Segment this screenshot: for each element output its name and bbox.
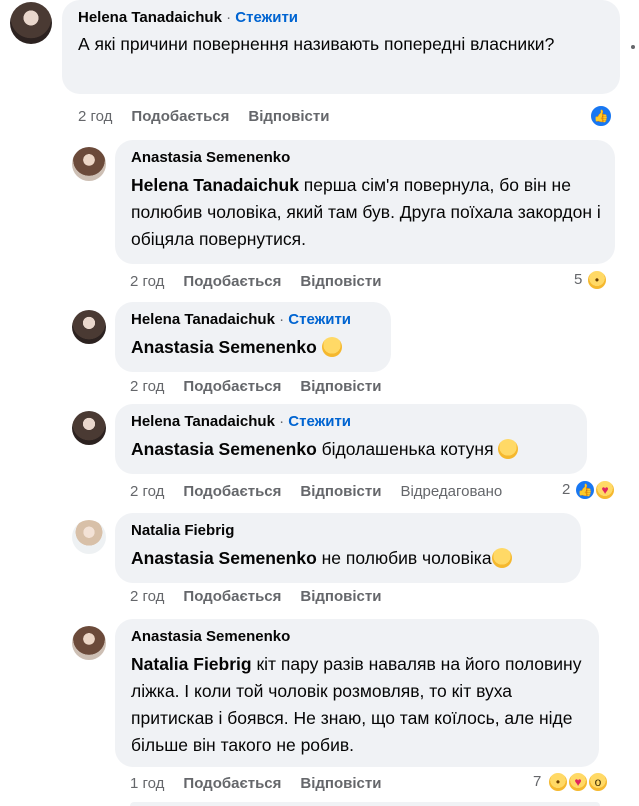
reply-button[interactable]: Відповісти [300, 273, 381, 290]
comment-actions: 2 год Подобається Відповісти [78, 108, 348, 125]
like-button[interactable]: Подобається [183, 483, 281, 500]
avatar[interactable] [72, 147, 106, 181]
mention-link[interactable]: Anastasia Semenenko [131, 548, 317, 568]
wow-reaction-icon: o [587, 771, 609, 793]
author-name[interactable]: Anastasia Semenenko [131, 148, 603, 168]
more-options-icon[interactable] [631, 45, 635, 49]
comment-text: А які причини повернення називають попер… [78, 34, 555, 54]
follow-link[interactable]: Стежити [288, 413, 351, 430]
comment-actions: 1 год Подобається Відповісти [130, 775, 400, 792]
timestamp[interactable]: 2 год [130, 588, 164, 605]
like-button[interactable]: Подобається [131, 108, 229, 125]
reactions[interactable]: 7 o ♥ • [531, 771, 615, 793]
care-reaction-icon: ♥ [567, 771, 589, 793]
mention-link[interactable]: Anastasia Semenenko [131, 439, 317, 459]
reply-button[interactable]: Відповісти [300, 378, 381, 395]
comment-bubble: Helena Tanadaichuk · Стежити А які причи… [62, 0, 620, 94]
separator: · [279, 311, 285, 328]
avatar[interactable] [72, 411, 106, 445]
separator: · [226, 9, 232, 26]
avatar[interactable] [72, 520, 106, 554]
author-name[interactable]: Natalia Fiebrig [131, 521, 569, 541]
timestamp[interactable]: 2 год [130, 483, 164, 500]
timestamp[interactable]: 2 год [78, 108, 112, 125]
care-reaction-icon: ♥ [594, 479, 616, 501]
timestamp[interactable]: 2 год [130, 378, 164, 395]
comment-actions: 2 год Подобається Відповісти [130, 273, 400, 290]
like-button[interactable]: Подобається [183, 775, 281, 792]
flushed-face-emoji-icon [491, 548, 512, 568]
comment-bubble: Anastasia Semenenko Natalia Fiebrig кіт … [115, 619, 599, 767]
comment-bubble: Helena Tanadaichuk · Стежити Anastasia S… [115, 302, 391, 372]
comment-bubble: Anastasia Semenenko Helena Tanadaichuk п… [115, 140, 615, 264]
comment-text: не полюбив чоловіка [316, 548, 492, 568]
avatar[interactable] [72, 310, 106, 344]
like-reaction-icon: 👍 [574, 479, 596, 501]
comment-actions: 2 год Подобається Відповісти Відредаговано [130, 483, 521, 500]
reaction-count: 7 [533, 773, 542, 790]
author-name[interactable]: Anastasia Semenenko [131, 627, 587, 647]
author-name[interactable]: Helena Tanadaichuk [78, 9, 222, 26]
avatar[interactable] [10, 2, 52, 44]
reply-button[interactable]: Відповісти [248, 108, 329, 125]
like-reaction-icon: 👍 [589, 104, 613, 128]
reply-button[interactable]: Відповісти [300, 775, 381, 792]
reaction-count: 5 [574, 271, 583, 288]
timestamp[interactable]: 1 год [130, 775, 164, 792]
comment-actions: 2 год Подобається Відповісти [130, 378, 400, 395]
comment-text: бідолашенька котуня [316, 439, 494, 459]
author-name[interactable]: Helena Tanadaichuk [131, 311, 275, 328]
follow-link[interactable]: Стежити [288, 311, 351, 328]
author-name[interactable]: Helena Tanadaichuk [131, 413, 275, 430]
comment-bubble: Helena Tanadaichuk · Стежити Anastasia S… [115, 404, 587, 474]
sad-reaction-icon: • [547, 771, 569, 793]
avatar[interactable] [72, 626, 106, 660]
comment-bubble: Natalia Fiebrig Anastasia Semenenko не п… [115, 513, 581, 583]
like-button[interactable]: Подобається [183, 378, 281, 395]
like-button[interactable]: Подобається [183, 588, 281, 605]
timestamp[interactable]: 2 год [130, 273, 164, 290]
comment-actions: 2 год Подобається Відповісти [130, 588, 400, 605]
mention-link[interactable]: Anastasia Semenenko [131, 337, 317, 357]
reaction-count: 2 [562, 481, 571, 498]
follow-link[interactable]: Стежити [235, 9, 298, 26]
mention-link[interactable]: Natalia Fiebrig [131, 654, 252, 674]
edited-label: Відредаговано [400, 483, 503, 500]
reply-button[interactable]: Відповісти [300, 483, 381, 500]
sad-face-emoji-icon [321, 337, 342, 357]
next-comment-edge [130, 802, 600, 806]
like-button[interactable]: Подобається [183, 273, 281, 290]
mention-link[interactable]: Helena Tanadaichuk [131, 175, 299, 195]
sad-reaction-icon: • [586, 269, 608, 291]
separator: · [279, 413, 285, 430]
sad-face-emoji-icon [498, 439, 519, 459]
reply-button[interactable]: Відповісти [300, 588, 381, 605]
reactions[interactable]: 2 ♥ 👍 [560, 479, 624, 501]
